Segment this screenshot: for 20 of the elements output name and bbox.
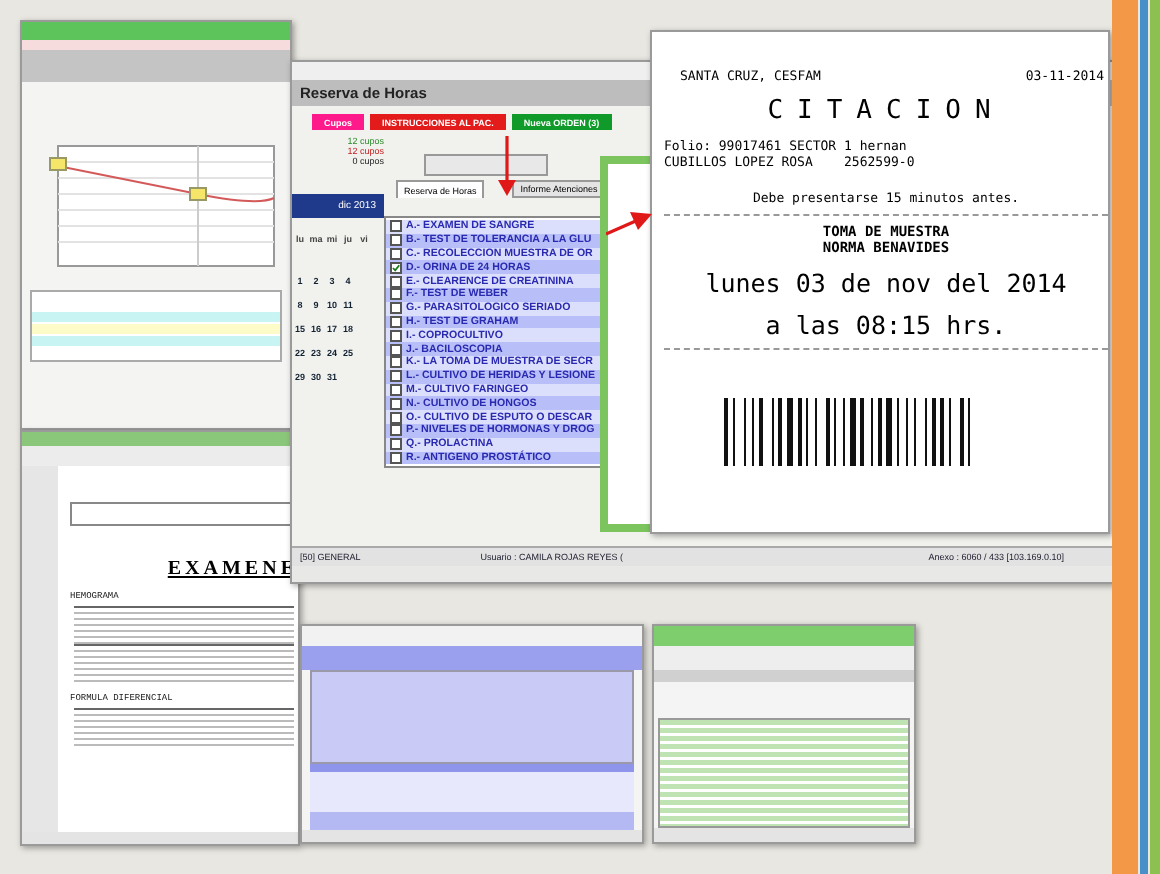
checkbox[interactable] <box>390 302 402 315</box>
checkbox[interactable] <box>390 329 402 342</box>
checkbox[interactable] <box>390 411 402 424</box>
checkbox[interactable] <box>390 438 402 451</box>
checkbox[interactable] <box>390 397 402 410</box>
checkbox[interactable] <box>390 356 402 369</box>
report-heading: EXAMENE <box>165 558 298 580</box>
checkbox[interactable] <box>390 343 402 356</box>
checkbox[interactable] <box>390 261 402 274</box>
arrow-icon <box>498 136 516 196</box>
toolbar-button[interactable] <box>424 154 548 176</box>
checkbox[interactable] <box>390 370 402 383</box>
arrow-icon <box>606 208 652 236</box>
checkbox[interactable] <box>390 220 402 233</box>
checkbox[interactable] <box>390 288 402 301</box>
checkbox[interactable] <box>390 234 402 247</box>
appointment-date: lunes 03 de nov del 2014 <box>703 268 1069 298</box>
checkbox[interactable] <box>390 275 402 288</box>
appointment-time: a las 08:15 hrs. <box>763 310 1009 340</box>
checkbox[interactable] <box>390 424 402 437</box>
